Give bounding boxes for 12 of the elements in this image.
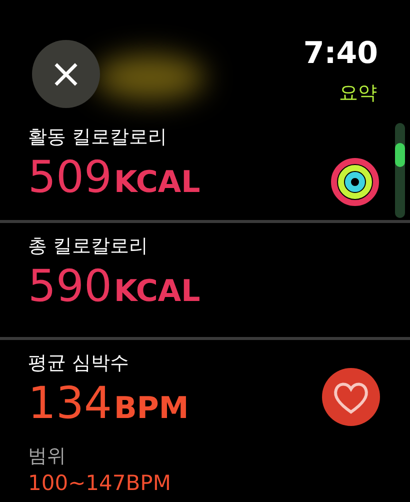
clock-time: 7:40 [303,36,378,71]
close-button[interactable]: × [32,40,100,108]
metric-label: 평균 심박수 [28,351,130,376]
activity-rings-icon [330,157,380,207]
metric-label: 총 킬로칼로리 [28,234,150,259]
range-value: 100~147BPM [28,470,172,497]
metric-value: 509 KCAL [28,151,202,205]
metric-label: 활동 킬로칼로리 [28,125,168,150]
range-label: 범위 [28,444,67,469]
metric-value: 134 BPM [28,377,190,431]
screen-title: 요약 [339,81,377,106]
metric-value: 590 KCAL [28,260,202,314]
